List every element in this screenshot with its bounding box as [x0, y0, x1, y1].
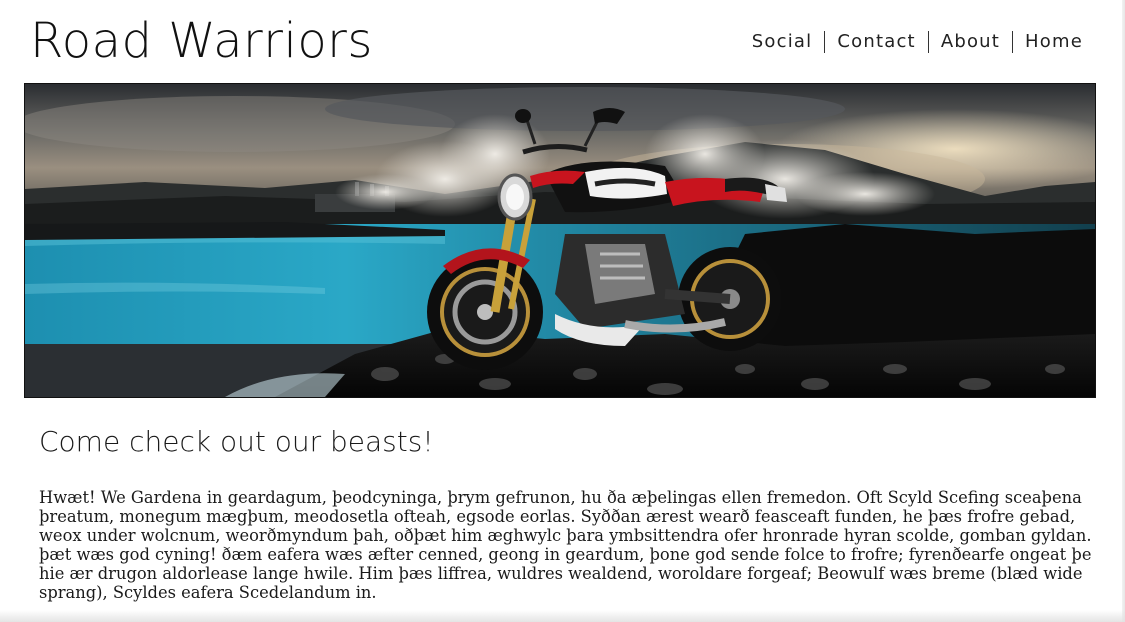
nav-link-contact[interactable]: Contact [825, 31, 927, 53]
section-heading: Come check out our beasts! [39, 425, 434, 458]
body-paragraph: Hwæt! We Gardena in geardagum, þeodcynin… [39, 488, 1092, 602]
hero-image-motorcycle [25, 84, 1095, 397]
site-title[interactable]: Road Warriors [30, 8, 373, 74]
nav-link-home[interactable]: Home [1013, 31, 1095, 53]
nav-link-social[interactable]: Social [740, 31, 825, 53]
nav-link-about[interactable]: About [929, 31, 1012, 53]
main-nav: Social Contact About Home [740, 31, 1095, 53]
page: Road Warriors Social Contact About Home [0, 0, 1125, 622]
hero-banner [24, 83, 1096, 398]
bottom-edge-shadow [0, 610, 1125, 622]
